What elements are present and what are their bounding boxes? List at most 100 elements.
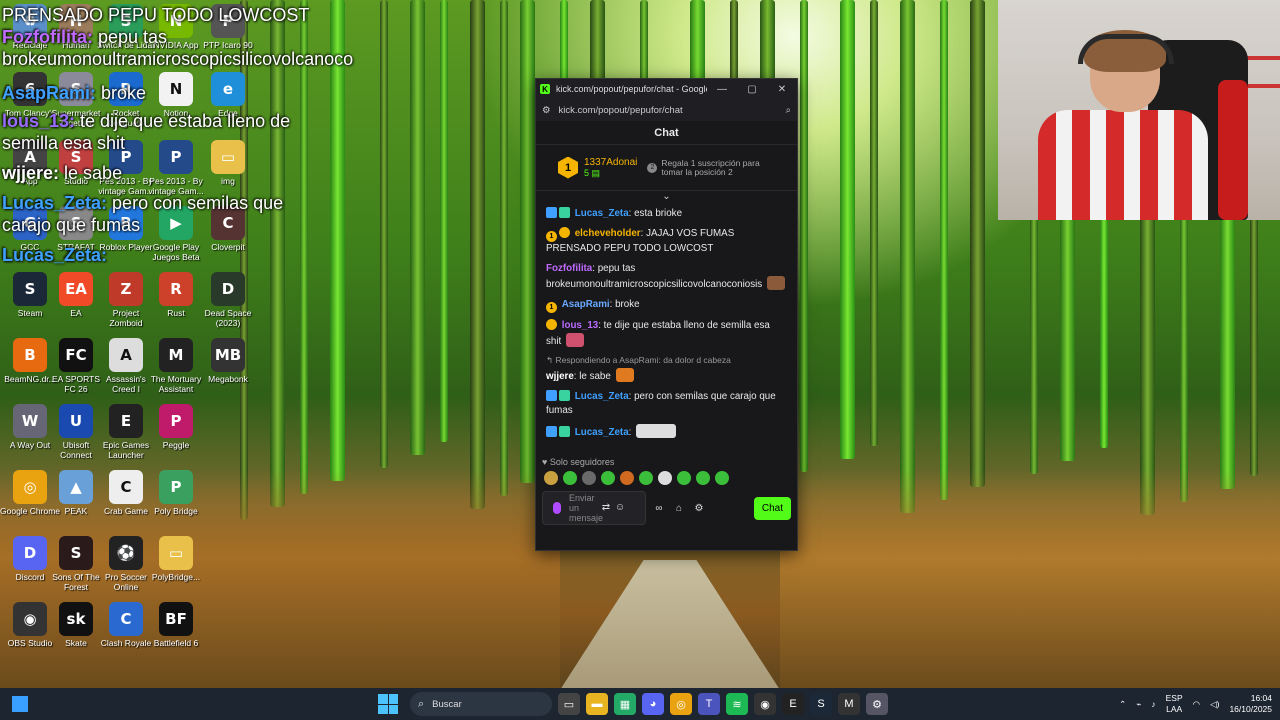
wallpaper-path: [560, 560, 780, 690]
app-icon: A: [109, 338, 143, 372]
chat-popout-window[interactable]: K kick.com/popout/pepufor/chat - Google.…: [535, 78, 798, 551]
chat-input[interactable]: Enviar un mensaje ⇄ ☺: [542, 491, 646, 525]
address-bar[interactable]: ⚙ kick.com/popout/pepufor/chat ⌕: [536, 99, 797, 121]
epic-games-icon[interactable]: E: [782, 693, 804, 715]
gaming-chair-accent: [1218, 80, 1248, 220]
desktop-icon[interactable]: BF Battlefield 6: [146, 602, 206, 648]
send-chat-button[interactable]: Chat: [753, 496, 791, 520]
desktop-icon[interactable]: M The Mortuary Assistant: [146, 338, 206, 394]
desktop-icon-label: PolyBridge...: [151, 572, 201, 582]
app-icon: D: [13, 536, 47, 570]
overlay-username: Lucas_Zeta:: [2, 245, 108, 265]
chat-username[interactable]: Lucas_Zeta: [575, 427, 629, 438]
emote-button[interactable]: [696, 471, 710, 485]
webcam-feed: [998, 0, 1280, 220]
chat-username[interactable]: Lucas_Zeta: [575, 391, 629, 402]
wifi-icon[interactable]: ◠: [1193, 699, 1200, 710]
emote-button[interactable]: [715, 471, 729, 485]
chat-username[interactable]: AsapRami: [562, 299, 610, 310]
store-icon[interactable]: ▦: [614, 693, 636, 715]
emote-button[interactable]: [544, 471, 558, 485]
desktop-icon-label: Megabonk: [208, 374, 248, 384]
badge-icon: [546, 207, 557, 218]
chat-username[interactable]: elcheveholder: [575, 228, 641, 239]
chat-message: 1 AsapRami: broke: [546, 298, 787, 313]
chat-message: Lucas_Zeta: pero con semilas que carajo …: [546, 390, 787, 418]
top-gifter[interactable]: 1337Adonai 5 ▤: [584, 157, 637, 179]
emote-button[interactable]: [677, 471, 691, 485]
headset: [1078, 34, 1174, 64]
app-icon: E: [109, 404, 143, 438]
teams-icon[interactable]: T: [698, 693, 720, 715]
megabonk-icon[interactable]: M: [838, 693, 860, 715]
mic-icon[interactable]: [553, 502, 561, 514]
chat-username[interactable]: Lucas_Zeta: [575, 208, 629, 219]
windows-start-icon[interactable]: [378, 694, 398, 714]
chevron-up-icon[interactable]: ⌃: [1119, 699, 1126, 710]
task-view-icon[interactable]: ▭: [558, 693, 580, 715]
settings-icon[interactable]: ⚙: [692, 503, 706, 514]
window-titlebar[interactable]: K kick.com/popout/pepufor/chat - Google.…: [536, 79, 797, 99]
file-explorer-icon[interactable]: ▬: [586, 693, 608, 715]
app-icon: ▭: [159, 536, 193, 570]
channel-points-icon[interactable]: ∞: [652, 503, 666, 514]
desktop-icon[interactable]: P Poly Bridge: [146, 470, 206, 516]
store-icon[interactable]: ⌂: [672, 503, 686, 514]
emote-button[interactable]: [563, 471, 577, 485]
chat-username[interactable]: wjjere: [546, 371, 574, 382]
minimize-button[interactable]: —: [707, 84, 737, 95]
settings-icon[interactable]: ⚙: [866, 693, 888, 715]
taskbar-search[interactable]: ⌕ Buscar: [410, 692, 552, 716]
steam-icon[interactable]: S: [810, 693, 832, 715]
clock[interactable]: 16:04 16/10/2025: [1229, 693, 1272, 715]
site-settings-icon[interactable]: ⚙: [542, 105, 551, 116]
app-icon: Z: [109, 272, 143, 306]
close-button[interactable]: ✕: [767, 84, 797, 95]
emote-quickbar[interactable]: [536, 469, 797, 487]
discord-icon[interactable]: ◕: [642, 693, 664, 715]
top-gifter-name: 1337Adonai: [584, 156, 638, 168]
app-icon: EA: [59, 272, 93, 306]
desktop-icon[interactable]: ▭ PolyBridge...: [146, 536, 206, 582]
desktop-icon[interactable]: R Rust: [146, 272, 206, 318]
expand-chevron-icon[interactable]: ⌄: [536, 191, 797, 203]
bamboo-stalk: [870, 0, 878, 446]
chat-username[interactable]: Fozfofilita: [546, 263, 592, 274]
desktop-icon[interactable]: MB Megabonk: [198, 338, 258, 384]
app-icon: C: [109, 602, 143, 636]
obs-icon[interactable]: ◉: [754, 693, 776, 715]
language-indicator[interactable]: ESP LAA: [1166, 693, 1183, 715]
bamboo-stalk: [840, 0, 855, 459]
chrome-icon[interactable]: ◎: [670, 693, 692, 715]
spotify-icon[interactable]: ≋: [726, 693, 748, 715]
emote-button[interactable]: [658, 471, 672, 485]
search-placeholder: Buscar: [432, 698, 462, 710]
chat-username[interactable]: lous_13: [562, 320, 599, 331]
desktop-icon-label: Battlefield 6: [153, 638, 199, 648]
emoji-icon[interactable]: ☺: [613, 503, 627, 513]
overlay-text: te dije que estaba lleno de: [75, 111, 291, 131]
top-gifter-banner[interactable]: 1 1337Adonai 5 ▤ 2 Regala 1 suscripción …: [536, 145, 797, 191]
mic-icon[interactable]: ♪: [1151, 699, 1155, 709]
url-text[interactable]: kick.com/popout/pepufor/chat: [559, 105, 786, 116]
volume-icon[interactable]: ◁): [1210, 699, 1219, 710]
app-icon: M: [159, 338, 193, 372]
badge-icon: [559, 426, 570, 437]
emote-button[interactable]: [620, 471, 634, 485]
reply-context[interactable]: ↰ Respondiendo a AsapRami: da dolor d ca…: [546, 355, 787, 366]
zoom-icon[interactable]: ⌕: [786, 105, 791, 116]
emote-button[interactable]: [582, 471, 596, 485]
emote-button[interactable]: [639, 471, 653, 485]
taskbar-apps: ⌕ Buscar ▭ ▬ ▦ ◕ ◎ T ≋ ◉ E S M ⚙: [378, 692, 888, 716]
translate-icon[interactable]: ⇄: [599, 503, 613, 513]
emote-button[interactable]: [601, 471, 615, 485]
network-icon[interactable]: ⌁: [1136, 699, 1141, 710]
maximize-button[interactable]: ▢: [737, 84, 767, 95]
badge-icon: [546, 390, 557, 401]
desktop-icon[interactable]: D Dead Space (2023): [198, 272, 258, 328]
gift-sub-prompt[interactable]: 2 Regala 1 suscripción para tomar la posi…: [647, 158, 760, 177]
desktop-icon[interactable]: P Peggle: [146, 404, 206, 450]
system-tray: ⌃ ⌁ ♪ ESP LAA ◠ ◁) 16:04 16/10/2025: [1119, 688, 1272, 720]
widgets-icon[interactable]: [12, 696, 28, 712]
chat-text: : broke: [609, 299, 640, 310]
